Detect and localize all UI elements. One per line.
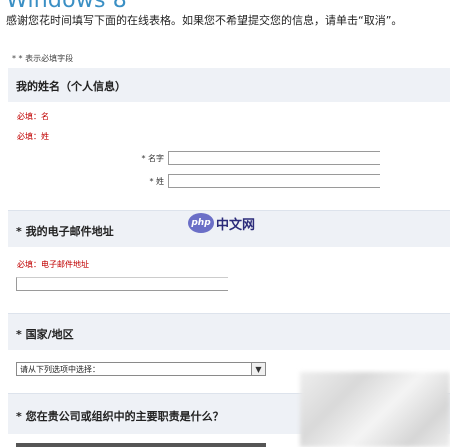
- required-note: * * 表示必填字段: [12, 54, 74, 63]
- country-select[interactable]: 请从下列选项中选择： ▼: [16, 362, 266, 376]
- first-name-field[interactable]: [168, 151, 380, 165]
- email-error: 必填：电子邮件地址: [17, 260, 89, 269]
- role-section-title: * 您在贵公司或组织中的主要职责是什么？: [16, 410, 224, 423]
- first-name-error: 必填：名: [17, 112, 49, 121]
- last-name-field[interactable]: [168, 174, 380, 188]
- page-title: Windows 8: [6, 0, 127, 13]
- last-name-error: 必填：姓: [17, 132, 49, 141]
- name-section-title: 我的姓名（个人信息）: [16, 80, 126, 93]
- country-section-title: * 国家/地区: [16, 328, 74, 341]
- country-section-header: * 国家/地区: [8, 314, 450, 350]
- last-name-label: * 姓: [149, 177, 164, 186]
- country-select-value: 请从下列选项中选择：: [20, 365, 100, 374]
- chevron-down-icon[interactable]: ▼: [251, 363, 265, 375]
- name-section-header: 我的姓名（个人信息）: [8, 68, 450, 102]
- email-field[interactable]: [16, 277, 228, 291]
- intro-text: 感谢您花时间填写下面的在线表格。如果您不希望提交您的信息，请单击“取消”。: [6, 14, 403, 27]
- blurred-region: [300, 372, 450, 447]
- email-section-title: * 我的电子邮件地址: [16, 225, 114, 238]
- watermark: php 中文网: [188, 213, 255, 233]
- role-select-edge[interactable]: [16, 443, 266, 447]
- first-name-label: * 名字: [141, 154, 164, 163]
- watermark-text: 中文网: [216, 217, 256, 233]
- php-logo-icon: php: [188, 213, 214, 233]
